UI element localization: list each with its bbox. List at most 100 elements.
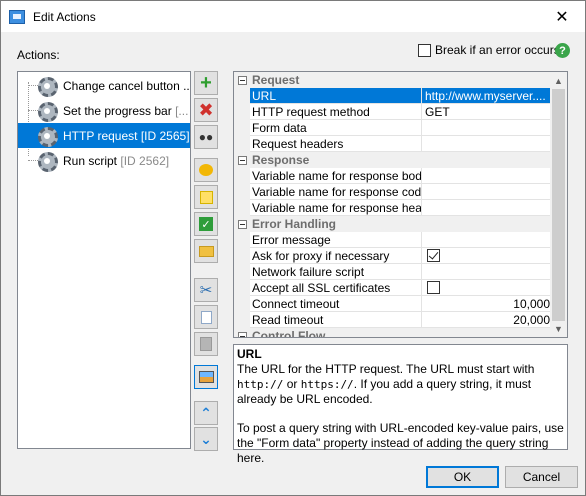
folder-add-icon <box>198 245 214 257</box>
category-gutter <box>234 216 250 232</box>
edit-actions-window: Edit Actions ✕ Actions: Break if an erro… <box>0 0 586 496</box>
property-value[interactable] <box>422 136 552 152</box>
binoculars-icon: ●● <box>198 130 214 144</box>
property-value[interactable] <box>422 200 552 216</box>
folder-button[interactable] <box>194 239 218 263</box>
property-value[interactable] <box>422 120 552 136</box>
break-on-error-label: Break if an error occurs <box>435 43 560 57</box>
property-value[interactable] <box>422 184 552 200</box>
description-text-part: or <box>283 377 301 391</box>
check-button[interactable]: ✓ <box>194 212 218 236</box>
category-response[interactable]: Response <box>234 152 552 168</box>
property-name: Accept all SSL certificates <box>250 280 422 296</box>
copy-button[interactable] <box>194 305 218 329</box>
property-value <box>422 248 552 264</box>
action-item-label: Change cancel button ... <box>63 78 190 93</box>
break-on-error-checkbox[interactable] <box>418 43 431 57</box>
property-name: Form data <box>250 120 422 136</box>
close-icon[interactable]: ✕ <box>539 1 585 32</box>
property-value[interactable]: http://www.myserver.... <box>422 88 552 104</box>
scrollbar-thumb[interactable] <box>552 89 565 321</box>
property-http-method[interactable]: HTTP request method GET <box>234 104 552 120</box>
window-title: Edit Actions <box>33 9 96 24</box>
row-gutter <box>234 232 250 248</box>
ask-proxy-checkbox[interactable] <box>427 249 440 262</box>
category-label: Request <box>252 73 300 87</box>
copy-icon <box>200 310 212 324</box>
property-network-failure-script[interactable]: Network failure script <box>234 264 552 280</box>
accept-ssl-checkbox[interactable] <box>427 281 440 294</box>
move-down-button[interactable]: ⌄ <box>194 427 218 451</box>
property-name: Error message <box>250 232 422 248</box>
description-title: URL <box>237 347 262 361</box>
add-icon: + <box>200 71 212 94</box>
property-value[interactable] <box>422 168 552 184</box>
arrow-down-icon: ⌄ <box>200 430 212 447</box>
delete-icon: ✖ <box>198 99 214 120</box>
collapse-icon[interactable] <box>238 332 247 337</box>
property-value[interactable] <box>422 264 552 280</box>
row-gutter <box>234 168 250 184</box>
collapse-icon[interactable] <box>238 156 247 165</box>
property-response-body-var[interactable]: Variable name for response body <box>234 168 552 184</box>
find-button[interactable]: ●● <box>194 125 218 149</box>
property-name: Network failure script <box>250 264 422 280</box>
help-icon[interactable]: ? <box>555 43 570 58</box>
action-list[interactable]: Change cancel button ... Set the progres… <box>17 71 191 449</box>
category-request[interactable]: Request <box>234 72 552 88</box>
property-url[interactable]: URL http://www.myserver.... <box>234 88 552 104</box>
description-text: The URL for the HTTP request. The URL mu… <box>237 362 564 466</box>
break-on-error-option[interactable]: Break if an error occurs <box>418 43 560 57</box>
action-item-set-progress-bar[interactable]: Set the progress bar [... <box>18 98 190 123</box>
property-value[interactable] <box>422 232 552 248</box>
property-accept-ssl[interactable]: Accept all SSL certificates <box>234 280 552 296</box>
ok-button[interactable]: OK <box>426 466 499 488</box>
scroll-up-icon[interactable]: ▲ <box>550 72 567 89</box>
cancel-button[interactable]: Cancel <box>505 466 578 488</box>
category-label: Response <box>252 153 310 167</box>
category-gutter <box>234 328 250 337</box>
action-item-change-cancel-button[interactable]: Change cancel button ... <box>18 73 190 98</box>
property-response-code-var[interactable]: Variable name for response code <box>234 184 552 200</box>
property-error-message[interactable]: Error message <box>234 232 552 248</box>
property-grid[interactable]: Request URL http://www.myserver.... HTTP… <box>233 71 568 338</box>
move-up-button[interactable]: ⌃ <box>194 401 218 425</box>
collapse-icon[interactable] <box>238 220 247 229</box>
scroll-down-icon[interactable]: ▼ <box>550 320 567 337</box>
gear-icon <box>37 76 58 97</box>
property-ask-proxy[interactable]: Ask for proxy if necessary <box>234 248 552 264</box>
row-gutter <box>234 104 250 120</box>
row-gutter <box>234 200 250 216</box>
comment-button[interactable] <box>194 158 218 182</box>
property-value[interactable]: 10,000 <box>422 296 552 312</box>
row-gutter <box>234 88 250 104</box>
property-connect-timeout[interactable]: Connect timeout 10,000 <box>234 296 552 312</box>
collapse-icon[interactable] <box>238 76 247 85</box>
description-code: https:// <box>300 378 354 391</box>
property-value[interactable]: 20,000 <box>422 312 552 328</box>
delete-action-button[interactable]: ✖ <box>194 98 218 122</box>
add-action-button[interactable]: + <box>194 71 218 95</box>
property-response-headers-var[interactable]: Variable name for response hea... <box>234 200 552 216</box>
cut-button[interactable]: ✂ <box>194 278 218 302</box>
property-request-headers[interactable]: Request headers <box>234 136 552 152</box>
property-read-timeout[interactable]: Read timeout 20,000 <box>234 312 552 328</box>
property-value[interactable]: GET <box>422 104 552 120</box>
row-gutter <box>234 184 250 200</box>
category-error-handling[interactable]: Error Handling <box>234 216 552 232</box>
row-gutter <box>234 248 250 264</box>
property-name: Request headers <box>250 136 422 152</box>
action-item-http-request[interactable]: HTTP request [ID 2565] <box>18 123 190 148</box>
property-name: Variable name for response body <box>250 168 422 184</box>
category-control-flow[interactable]: Control Flow <box>234 328 552 337</box>
note-button[interactable] <box>194 185 218 209</box>
comment-icon <box>199 164 213 176</box>
gear-icon <box>37 126 58 147</box>
image-button[interactable] <box>194 365 218 389</box>
property-grid-scrollbar[interactable]: ▲ ▼ <box>550 72 567 337</box>
property-form-data[interactable]: Form data <box>234 120 552 136</box>
action-item-id: [... <box>175 103 189 118</box>
paste-button[interactable] <box>194 332 218 356</box>
row-gutter <box>234 312 250 328</box>
action-item-run-script[interactable]: Run script [ID 2562] <box>18 148 190 173</box>
